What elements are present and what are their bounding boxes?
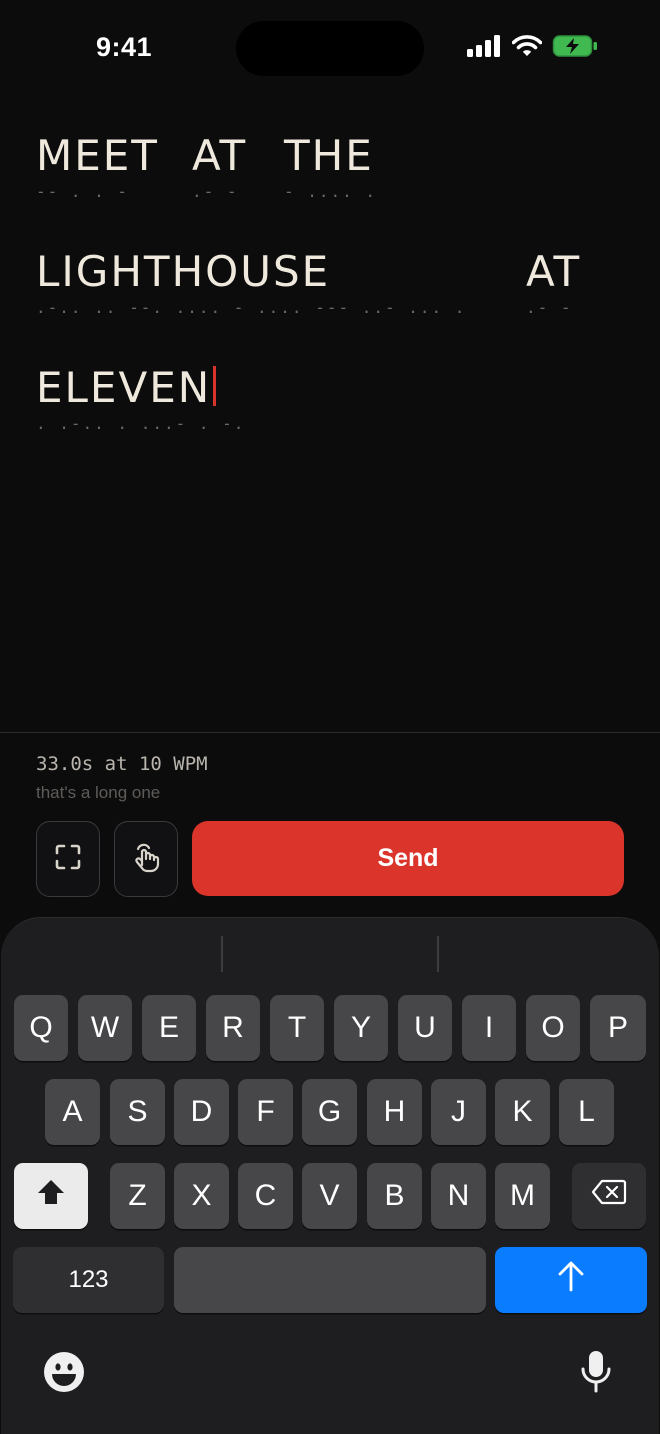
word-text: AT — [192, 131, 248, 180]
key-l[interactable]: L — [559, 1079, 614, 1145]
key-c[interactable]: C — [238, 1163, 293, 1229]
wifi-icon — [511, 34, 543, 62]
transmission-duration: 33.0s at 10 WPM — [36, 753, 208, 775]
key-y[interactable]: Y — [334, 995, 388, 1061]
key-o[interactable]: O — [526, 995, 580, 1061]
key-h[interactable]: H — [367, 1079, 422, 1145]
send-button[interactable]: Send — [192, 821, 624, 896]
word-morse: . .-.. . ...- . -. — [36, 414, 246, 433]
numbers-key[interactable]: 123 — [13, 1247, 164, 1313]
delete-key[interactable] — [572, 1163, 646, 1229]
fullscreen-icon — [54, 843, 82, 876]
key-j[interactable]: J — [431, 1079, 486, 1145]
key-a[interactable]: A — [45, 1079, 100, 1145]
divider — [0, 732, 660, 733]
word-text: AT — [526, 247, 582, 296]
message-word-active[interactable]: ELEVEN . .-.. . ...- . -. — [36, 364, 245, 434]
message-word: MEET -- . . - — [36, 132, 159, 202]
word-morse: - .... . — [284, 182, 378, 201]
status-time: 9:41 — [96, 32, 153, 62]
word-morse: -- . . - — [36, 182, 130, 201]
key-n[interactable]: N — [431, 1163, 486, 1229]
word-text: LIGHTHOUSE — [36, 247, 331, 296]
dynamic-island — [236, 21, 424, 76]
word-morse: .-.. .. --. .... - .... --- ..- ... . — [36, 298, 467, 317]
key-r[interactable]: R — [206, 995, 260, 1061]
dictation-button[interactable] — [575, 1348, 617, 1400]
message-word: AT .- - — [192, 132, 247, 202]
word-text: THE — [284, 131, 374, 180]
return-arrow-icon — [557, 1260, 585, 1300]
key-w[interactable]: W — [78, 995, 132, 1061]
key-b[interactable]: B — [367, 1163, 422, 1229]
status-icons — [466, 34, 598, 62]
key-x[interactable]: X — [174, 1163, 229, 1229]
shift-icon — [36, 1178, 66, 1214]
shift-key[interactable] — [14, 1163, 88, 1229]
delete-icon — [591, 1179, 627, 1213]
word-text: ELEVEN — [36, 363, 212, 412]
key-i[interactable]: I — [462, 995, 516, 1061]
emoji-button[interactable] — [41, 1351, 87, 1397]
suggestion-divider — [437, 936, 439, 972]
suggestion-divider — [221, 936, 223, 972]
key-e[interactable]: E — [142, 995, 196, 1061]
battery-charging-icon — [552, 34, 598, 63]
fullscreen-button[interactable] — [36, 821, 100, 897]
return-key[interactable] — [495, 1247, 647, 1313]
key-z[interactable]: Z — [110, 1163, 165, 1229]
key-s[interactable]: S — [110, 1079, 165, 1145]
key-t[interactable]: T — [270, 995, 324, 1061]
key-q[interactable]: Q — [14, 995, 68, 1061]
microphone-icon — [580, 1349, 612, 1400]
keyboard: Q W E R T Y U I O P A S D F G H J K L Z … — [1, 917, 659, 1434]
transmission-hint: that's a long one — [36, 783, 161, 802]
key-k[interactable]: K — [495, 1079, 550, 1145]
key-m[interactable]: M — [495, 1163, 550, 1229]
tap-mode-button[interactable] — [114, 821, 178, 897]
message-word: THE - .... . — [284, 132, 377, 202]
word-text: MEET — [36, 131, 159, 180]
key-u[interactable]: U — [398, 995, 452, 1061]
key-d[interactable]: D — [174, 1079, 229, 1145]
key-p[interactable]: P — [590, 995, 646, 1061]
word-morse: .- - — [526, 298, 573, 317]
emoji-icon — [43, 1351, 85, 1398]
key-v[interactable]: V — [302, 1163, 357, 1229]
message-word: AT .- - — [526, 248, 581, 318]
key-f[interactable]: F — [238, 1079, 293, 1145]
signal-icon — [466, 34, 502, 62]
message-word: LIGHTHOUSE .-.. .. --. .... - .... --- .… — [36, 248, 466, 318]
text-caret — [213, 366, 217, 406]
word-morse: .- - — [192, 182, 239, 201]
tap-icon — [131, 841, 161, 878]
key-g[interactable]: G — [302, 1079, 357, 1145]
space-key[interactable] — [174, 1247, 486, 1313]
